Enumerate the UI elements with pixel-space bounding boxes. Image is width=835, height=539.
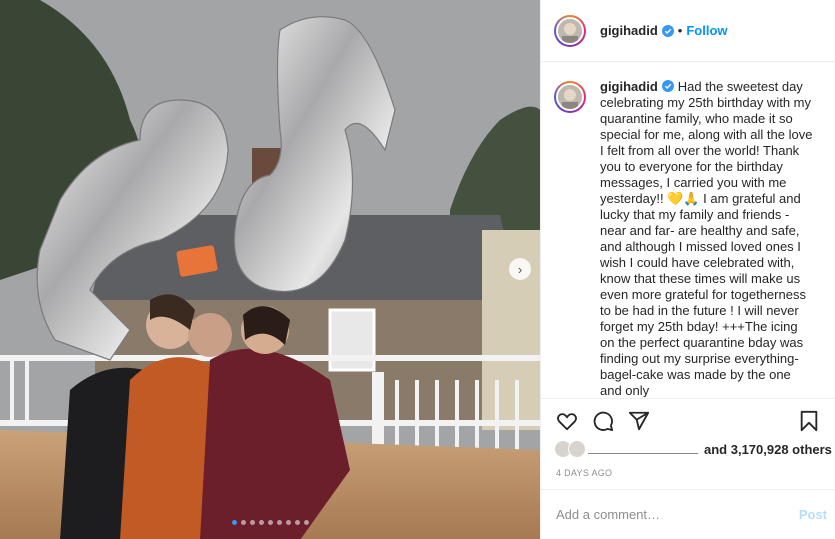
verified-badge-icon bbox=[661, 80, 674, 92]
carousel-dot bbox=[240, 520, 246, 525]
likes-summary[interactable]: and 3,170,928 others bbox=[554, 440, 832, 458]
comment-button[interactable] bbox=[585, 403, 621, 439]
bookmark-icon bbox=[800, 410, 818, 431]
carousel-indicator bbox=[0, 520, 540, 525]
liked-by-avatars bbox=[554, 440, 586, 458]
comments-area[interactable]: gigihadid Had the sweetest day celebratin… bbox=[541, 63, 835, 397]
comment-form: Post bbox=[541, 489, 835, 539]
post-date[interactable]: 4 DAYS AGO bbox=[556, 468, 612, 478]
post-actions bbox=[541, 398, 835, 442]
photo-scene bbox=[0, 0, 540, 539]
save-button[interactable] bbox=[791, 403, 827, 439]
post-caption: gigihadid Had the sweetest day celebratin… bbox=[600, 79, 815, 397]
carousel-dot bbox=[285, 520, 291, 525]
caption-row: gigihadid Had the sweetest day celebratin… bbox=[554, 79, 822, 397]
post-header: gigihadid • Follow bbox=[541, 0, 835, 62]
carousel-dot bbox=[276, 520, 282, 525]
comment-icon bbox=[593, 411, 614, 431]
heart-icon bbox=[557, 412, 577, 430]
avatar[interactable] bbox=[554, 81, 586, 113]
avatar[interactable] bbox=[554, 14, 586, 47]
liked-by-name-redacted bbox=[588, 444, 698, 454]
post-photo[interactable]: › bbox=[0, 0, 540, 539]
post-side-panel: gigihadid • Follow gigihadid Had the swee… bbox=[540, 0, 835, 539]
carousel-dot bbox=[267, 520, 273, 525]
send-icon bbox=[628, 411, 650, 430]
comment-input[interactable] bbox=[556, 507, 799, 522]
post-comment-button[interactable]: Post bbox=[799, 507, 827, 522]
carousel-dot bbox=[294, 520, 300, 525]
username-link[interactable]: gigihadid bbox=[600, 23, 658, 38]
caption-username-link[interactable]: gigihadid bbox=[600, 79, 658, 94]
likes-count[interactable]: and 3,170,928 others bbox=[704, 442, 832, 457]
follow-button[interactable]: Follow bbox=[686, 23, 727, 38]
carousel-next-button[interactable]: › bbox=[509, 258, 531, 280]
chevron-right-icon: › bbox=[517, 261, 523, 277]
carousel-dot bbox=[249, 520, 255, 525]
separator-dot: • bbox=[677, 23, 683, 38]
carousel-dot bbox=[231, 520, 237, 525]
carousel-dot bbox=[303, 520, 309, 525]
verified-badge-icon bbox=[661, 24, 674, 37]
carousel-dot bbox=[258, 520, 264, 525]
caption-text: Had the sweetest day celebrating my 25th… bbox=[600, 79, 813, 397]
like-button[interactable] bbox=[549, 403, 585, 439]
share-button[interactable] bbox=[621, 403, 657, 439]
avatar bbox=[568, 440, 586, 458]
